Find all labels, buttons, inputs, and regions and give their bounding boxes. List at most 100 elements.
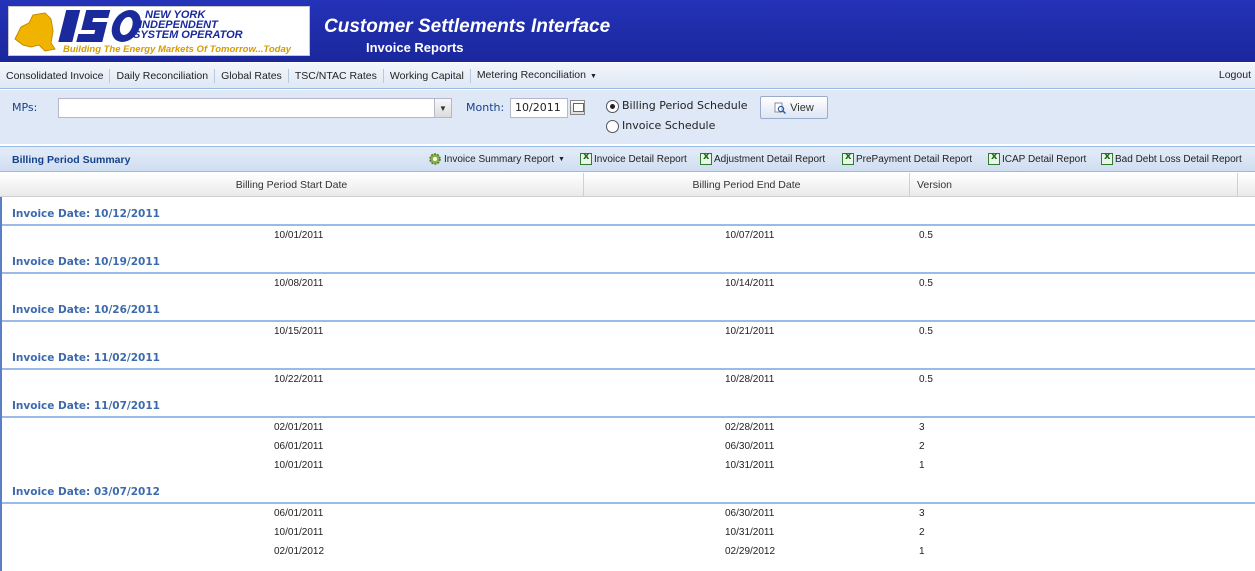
prepayment-detail-report-label: PrePayment Detail Report	[856, 153, 973, 165]
start-date-cell: 10/01/2011	[274, 460, 324, 471]
version-cell: 2	[919, 441, 925, 452]
invoice-date-label: Invoice Date: 11/02/2011	[12, 352, 160, 364]
table-row[interactable]: 10/01/2011 10/07/2011 0.5	[2, 226, 1255, 245]
grid-toolbar: Billing Period Summary Invoice Summary R…	[0, 146, 1255, 172]
version-cell: 3	[919, 508, 925, 519]
version-cell: 0.5	[919, 326, 933, 337]
table-row[interactable]: 10/15/2011 10/21/2011 0.5	[2, 322, 1255, 341]
adjustment-detail-report-label: Adjustment Detail Report	[714, 153, 826, 165]
start-date-cell: 10/08/2011	[274, 278, 324, 289]
invoice-date-label: Invoice Date: 03/07/2012	[12, 486, 160, 498]
start-date-cell: 10/01/2011	[274, 527, 324, 538]
version-cell: 2	[919, 527, 925, 538]
start-date-cell: 06/01/2011	[274, 441, 324, 452]
start-date-cell: 10/01/2011	[274, 230, 324, 241]
menu-item-working-capital[interactable]: Working Capital	[384, 69, 471, 83]
logo-line-3: SYSTEM OPERATOR	[133, 29, 243, 41]
adjustment-detail-report-button[interactable]: Adjustment Detail Report	[700, 150, 825, 168]
menu-item-label: Metering Reconciliation	[476, 69, 586, 81]
new-york-state-icon	[14, 12, 56, 52]
start-date-cell: 10/15/2011	[274, 326, 324, 337]
chevron-down-icon[interactable]: ▼	[434, 99, 451, 117]
excel-icon	[580, 151, 592, 165]
mps-combobox[interactable]: ▼	[58, 98, 452, 118]
column-header-start-date[interactable]: Billing Period Start Date	[0, 173, 584, 197]
invoice-date-group-header[interactable]: Invoice Date: 11/07/2011	[2, 389, 1255, 418]
end-date-cell: 10/31/2011	[725, 460, 775, 471]
end-date-cell: 10/31/2011	[725, 527, 775, 538]
radio-billing-period-schedule[interactable]	[606, 100, 619, 113]
logout-link[interactable]: Logout	[1219, 69, 1251, 81]
grid-title: Billing Period Summary	[12, 154, 131, 166]
view-button-label: View	[790, 101, 814, 114]
end-date-cell: 02/29/2012	[725, 546, 776, 557]
calendar-icon[interactable]	[570, 100, 585, 115]
menu-item-daily-reconciliation[interactable]: Daily Reconciliation	[110, 69, 216, 83]
invoice-summary-report-button[interactable]: Invoice Summary Report ▼	[428, 150, 565, 168]
invoice-date-group-header[interactable]: Invoice Date: 10/19/2011	[2, 245, 1255, 274]
version-cell: 0.5	[919, 230, 933, 241]
icap-detail-report-label: ICAP Detail Report	[1002, 153, 1087, 165]
table-row[interactable]: 10/01/2011 10/31/2011 1	[2, 456, 1255, 475]
radio-invoice-schedule-label[interactable]: Invoice Schedule	[622, 119, 715, 132]
start-date-cell: 02/01/2012	[274, 546, 325, 557]
end-date-cell: 10/14/2011	[725, 278, 775, 289]
table-row[interactable]: 10/01/2011 10/31/2011 2	[2, 523, 1255, 542]
icap-detail-report-button[interactable]: ICAP Detail Report	[988, 150, 1086, 168]
grid-column-header: Billing Period Start Date Billing Period…	[0, 173, 1255, 197]
table-row[interactable]: 10/22/2011 10/28/2011 0.5	[2, 370, 1255, 389]
invoice-date-group-header[interactable]: Invoice Date: 03/07/2012	[2, 475, 1255, 504]
column-header-end-date[interactable]: Billing Period End Date	[584, 173, 910, 197]
radio-billing-period-label[interactable]: Billing Period Schedule	[622, 99, 748, 112]
invoice-date-group-header[interactable]: Invoice Date: 10/12/2011	[2, 197, 1255, 226]
header-banner: NEW YORK INDEPENDENT SYSTEM OPERATOR Bui…	[0, 0, 1255, 62]
start-date-cell: 10/22/2011	[274, 374, 324, 385]
end-date-cell: 02/28/2011	[725, 422, 775, 433]
column-header-version[interactable]: Version	[910, 173, 1238, 197]
table-row[interactable]: 06/01/2011 06/30/2011 2	[2, 437, 1255, 456]
iso-wordmark-icon	[58, 10, 141, 42]
mps-label: MPs:	[12, 101, 38, 114]
end-date-cell: 10/21/2011	[725, 326, 775, 337]
start-date-cell: 06/01/2011	[274, 508, 324, 519]
radio-invoice-schedule[interactable]	[606, 120, 619, 133]
chevron-down-icon: ▼	[558, 155, 565, 163]
version-cell: 0.5	[919, 278, 933, 289]
invoice-date-group-header[interactable]: Invoice Date: 10/26/2011	[2, 293, 1255, 322]
end-date-cell: 10/07/2011	[725, 230, 775, 241]
table-row[interactable]: 06/01/2011 06/30/2011 3	[2, 504, 1255, 523]
bad-debt-loss-detail-report-button[interactable]: Bad Debt Loss Detail Report	[1101, 150, 1242, 168]
version-cell: 1	[919, 546, 925, 557]
invoice-date-group-header[interactable]: Invoice Date: 11/02/2011	[2, 341, 1255, 370]
invoice-date-label: Invoice Date: 10/19/2011	[12, 256, 160, 268]
menu-item-global-rates[interactable]: Global Rates	[215, 69, 289, 83]
invoice-date-label: Invoice Date: 11/07/2011	[12, 400, 160, 412]
chevron-down-icon: ▼	[589, 73, 597, 80]
excel-icon	[700, 151, 712, 165]
nyiso-logo: NEW YORK INDEPENDENT SYSTEM OPERATOR Bui…	[8, 6, 310, 56]
excel-icon	[1101, 151, 1113, 165]
table-row[interactable]: 02/01/2012 02/29/2012 1	[2, 542, 1255, 561]
main-menu-bar: Consolidated Invoice Daily Reconciliatio…	[0, 63, 1255, 89]
grid-body: Invoice Date: 10/12/2011 10/01/2011 10/0…	[0, 197, 1255, 571]
menu-item-tsc-ntac-rates[interactable]: TSC/NTAC Rates	[289, 69, 384, 83]
table-row[interactable]: 02/01/2011 02/28/2011 3	[2, 418, 1255, 437]
start-date-cell: 02/01/2011	[274, 422, 324, 433]
app-title: Customer Settlements Interface	[324, 16, 611, 37]
table-row[interactable]: 10/08/2011 10/14/2011 0.5	[2, 274, 1255, 293]
invoice-detail-report-button[interactable]: Invoice Detail Report	[580, 150, 687, 168]
page-subtitle: Invoice Reports	[366, 40, 464, 55]
logo-tagline: Building The Energy Markets Of Tomorrow.…	[63, 44, 292, 55]
menu-item-metering-reconciliation[interactable]: Metering Reconciliation ▼	[471, 68, 603, 84]
gear-icon	[429, 153, 441, 165]
excel-icon	[842, 151, 854, 165]
month-input[interactable]: 10/2011	[510, 98, 568, 118]
end-date-cell: 06/30/2011	[725, 508, 775, 519]
version-cell: 3	[919, 422, 925, 433]
prepayment-detail-report-button[interactable]: PrePayment Detail Report	[842, 150, 972, 168]
version-cell: 0.5	[919, 374, 933, 385]
menu-item-consolidated-invoice[interactable]: Consolidated Invoice	[0, 69, 111, 83]
bad-debt-loss-detail-report-label: Bad Debt Loss Detail Report	[1115, 153, 1242, 165]
view-button[interactable]: View	[760, 96, 828, 119]
invoice-summary-report-label: Invoice Summary Report	[444, 153, 555, 165]
